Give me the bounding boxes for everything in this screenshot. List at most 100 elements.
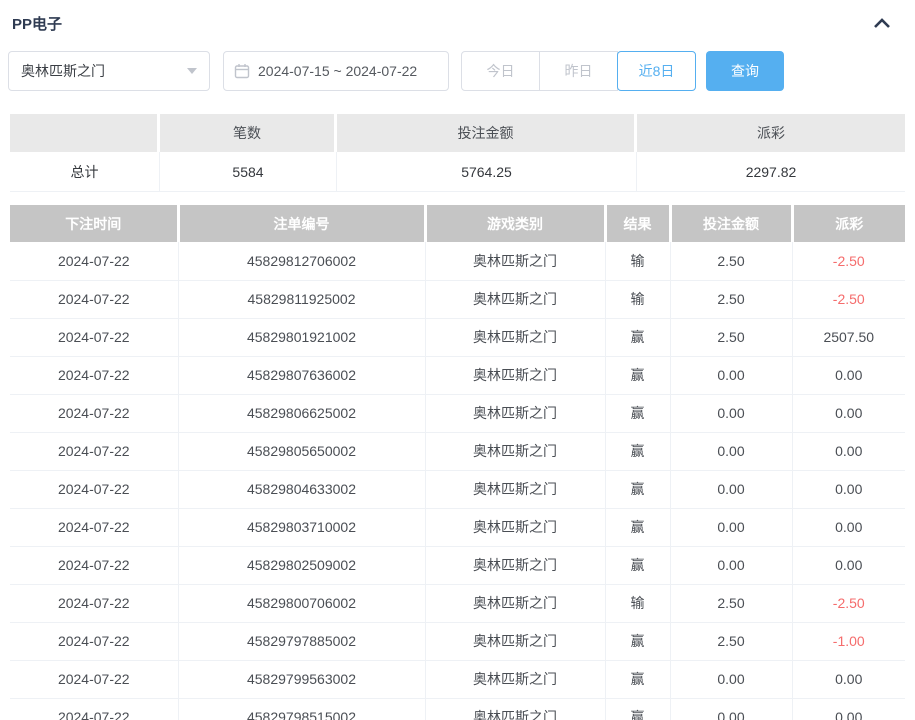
payout-cell: -2.50: [792, 280, 905, 318]
header-payout: 派彩: [792, 205, 905, 242]
summary-header-row: 笔数 投注金额 派彩: [10, 114, 905, 152]
summary-total-row: 总计 5584 5764.25 2297.82: [10, 152, 905, 192]
result-cell: 赢: [605, 470, 670, 508]
result-cell: 赢: [605, 622, 670, 660]
result-cell: 赢: [605, 432, 670, 470]
summary-header-blank: [10, 114, 160, 152]
bet-time-cell: 2024-07-22: [10, 660, 178, 698]
result-cell: 赢: [605, 318, 670, 356]
result-cell: 赢: [605, 698, 670, 720]
game-type-cell: 奥林匹斯之门: [425, 508, 605, 546]
order-no-cell: 45829811925002: [178, 280, 425, 318]
bet-amount-cell: 0.00: [670, 356, 792, 394]
game-type-cell: 奥林匹斯之门: [425, 660, 605, 698]
game-type-cell: 奥林匹斯之门: [425, 622, 605, 660]
payout-cell: -1.00: [792, 622, 905, 660]
result-cell: 赢: [605, 546, 670, 584]
game-type-cell: 奥林匹斯之门: [425, 356, 605, 394]
order-no-cell: 45829798515002: [178, 698, 425, 720]
quick-range-button[interactable]: 今日: [461, 51, 540, 91]
bet-amount-cell: 0.00: [670, 508, 792, 546]
bet-time-cell: 2024-07-22: [10, 318, 178, 356]
table-row: 2024-07-2245829803710002奥林匹斯之门赢0.000.00: [10, 508, 905, 546]
table-row: 2024-07-2245829801921002奥林匹斯之门赢2.502507.…: [10, 318, 905, 356]
page-title: PP电子: [12, 13, 62, 34]
bet-time-cell: 2024-07-22: [10, 356, 178, 394]
bet-amount-cell: 0.00: [670, 394, 792, 432]
order-no-cell: 45829799563002: [178, 660, 425, 698]
date-range-value: 2024-07-15 ~ 2024-07-22: [258, 63, 417, 79]
header-bet-time: 下注时间: [10, 205, 178, 242]
bet-time-cell: 2024-07-22: [10, 432, 178, 470]
payout-cell: 0.00: [792, 470, 905, 508]
result-cell: 赢: [605, 394, 670, 432]
table-row: 2024-07-2245829798515002奥林匹斯之门赢0.000.00: [10, 698, 905, 720]
summary-count-value: 5584: [160, 152, 337, 192]
bet-time-cell: 2024-07-22: [10, 622, 178, 660]
table-row: 2024-07-2245829802509002奥林匹斯之门赢0.000.00: [10, 546, 905, 584]
payout-cell: 0.00: [792, 356, 905, 394]
order-no-cell: 45829806625002: [178, 394, 425, 432]
game-select-value: 奥林匹斯之门: [21, 61, 105, 81]
result-cell: 输: [605, 584, 670, 622]
bet-time-cell: 2024-07-22: [10, 242, 178, 280]
order-no-cell: 45829807636002: [178, 356, 425, 394]
bet-amount-cell: 0.00: [670, 698, 792, 720]
date-range-picker[interactable]: 2024-07-15 ~ 2024-07-22: [223, 51, 449, 91]
records-table-body: 2024-07-2245829812706002奥林匹斯之门输2.50-2.50…: [10, 242, 905, 720]
table-row: 2024-07-2245829804633002奥林匹斯之门赢0.000.00: [10, 470, 905, 508]
table-row: 2024-07-2245829799563002奥林匹斯之门赢0.000.00: [10, 660, 905, 698]
bet-time-cell: 2024-07-22: [10, 584, 178, 622]
result-cell: 赢: [605, 660, 670, 698]
panel-header: PP电子: [0, 0, 915, 34]
table-row: 2024-07-2245829805650002奥林匹斯之门赢0.000.00: [10, 432, 905, 470]
game-type-cell: 奥林匹斯之门: [425, 394, 605, 432]
payout-cell: -2.50: [792, 584, 905, 622]
game-type-cell: 奥林匹斯之门: [425, 546, 605, 584]
payout-cell: 0.00: [792, 660, 905, 698]
order-no-cell: 45829803710002: [178, 508, 425, 546]
game-select[interactable]: 奥林匹斯之门: [8, 51, 210, 91]
table-row: 2024-07-2245829806625002奥林匹斯之门赢0.000.00: [10, 394, 905, 432]
order-no-cell: 45829797885002: [178, 622, 425, 660]
payout-cell: -2.50: [792, 242, 905, 280]
bet-time-cell: 2024-07-22: [10, 470, 178, 508]
payout-cell: 0.00: [792, 546, 905, 584]
bet-time-cell: 2024-07-22: [10, 508, 178, 546]
calendar-icon: [234, 63, 250, 79]
order-no-cell: 45829805650002: [178, 432, 425, 470]
bet-amount-cell: 2.50: [670, 318, 792, 356]
order-no-cell: 45829800706002: [178, 584, 425, 622]
bet-amount-cell: 2.50: [670, 584, 792, 622]
game-type-cell: 奥林匹斯之门: [425, 242, 605, 280]
chevron-up-icon[interactable]: [873, 17, 891, 29]
game-type-cell: 奥林匹斯之门: [425, 584, 605, 622]
summary-payout-value: 2297.82: [637, 152, 905, 192]
summary-header-count: 笔数: [160, 114, 337, 152]
game-type-cell: 奥林匹斯之门: [425, 432, 605, 470]
bet-amount-cell: 0.00: [670, 546, 792, 584]
table-row: 2024-07-2245829812706002奥林匹斯之门输2.50-2.50: [10, 242, 905, 280]
bet-amount-cell: 2.50: [670, 622, 792, 660]
quick-range-button[interactable]: 近8日: [617, 51, 696, 91]
table-row: 2024-07-2245829807636002奥林匹斯之门赢0.000.00: [10, 356, 905, 394]
order-no-cell: 45829801921002: [178, 318, 425, 356]
result-cell: 输: [605, 242, 670, 280]
header-bet-amount: 投注金额: [670, 205, 792, 242]
order-no-cell: 45829812706002: [178, 242, 425, 280]
bet-time-cell: 2024-07-22: [10, 546, 178, 584]
bet-amount-cell: 2.50: [670, 280, 792, 318]
bet-time-cell: 2024-07-22: [10, 280, 178, 318]
bet-amount-cell: 0.00: [670, 432, 792, 470]
payout-cell: 0.00: [792, 394, 905, 432]
quick-range-button[interactable]: 昨日: [539, 51, 618, 91]
game-type-cell: 奥林匹斯之门: [425, 280, 605, 318]
result-cell: 输: [605, 280, 670, 318]
payout-cell: 0.00: [792, 508, 905, 546]
caret-down-icon: [187, 68, 197, 74]
records-table: 下注时间 注单编号 游戏类别 结果 投注金额 派彩 2024-07-224582…: [10, 205, 905, 720]
query-button[interactable]: 查询: [706, 51, 784, 91]
table-row: 2024-07-2245829800706002奥林匹斯之门输2.50-2.50: [10, 584, 905, 622]
bet-amount-cell: 2.50: [670, 242, 792, 280]
header-game-type: 游戏类别: [425, 205, 605, 242]
